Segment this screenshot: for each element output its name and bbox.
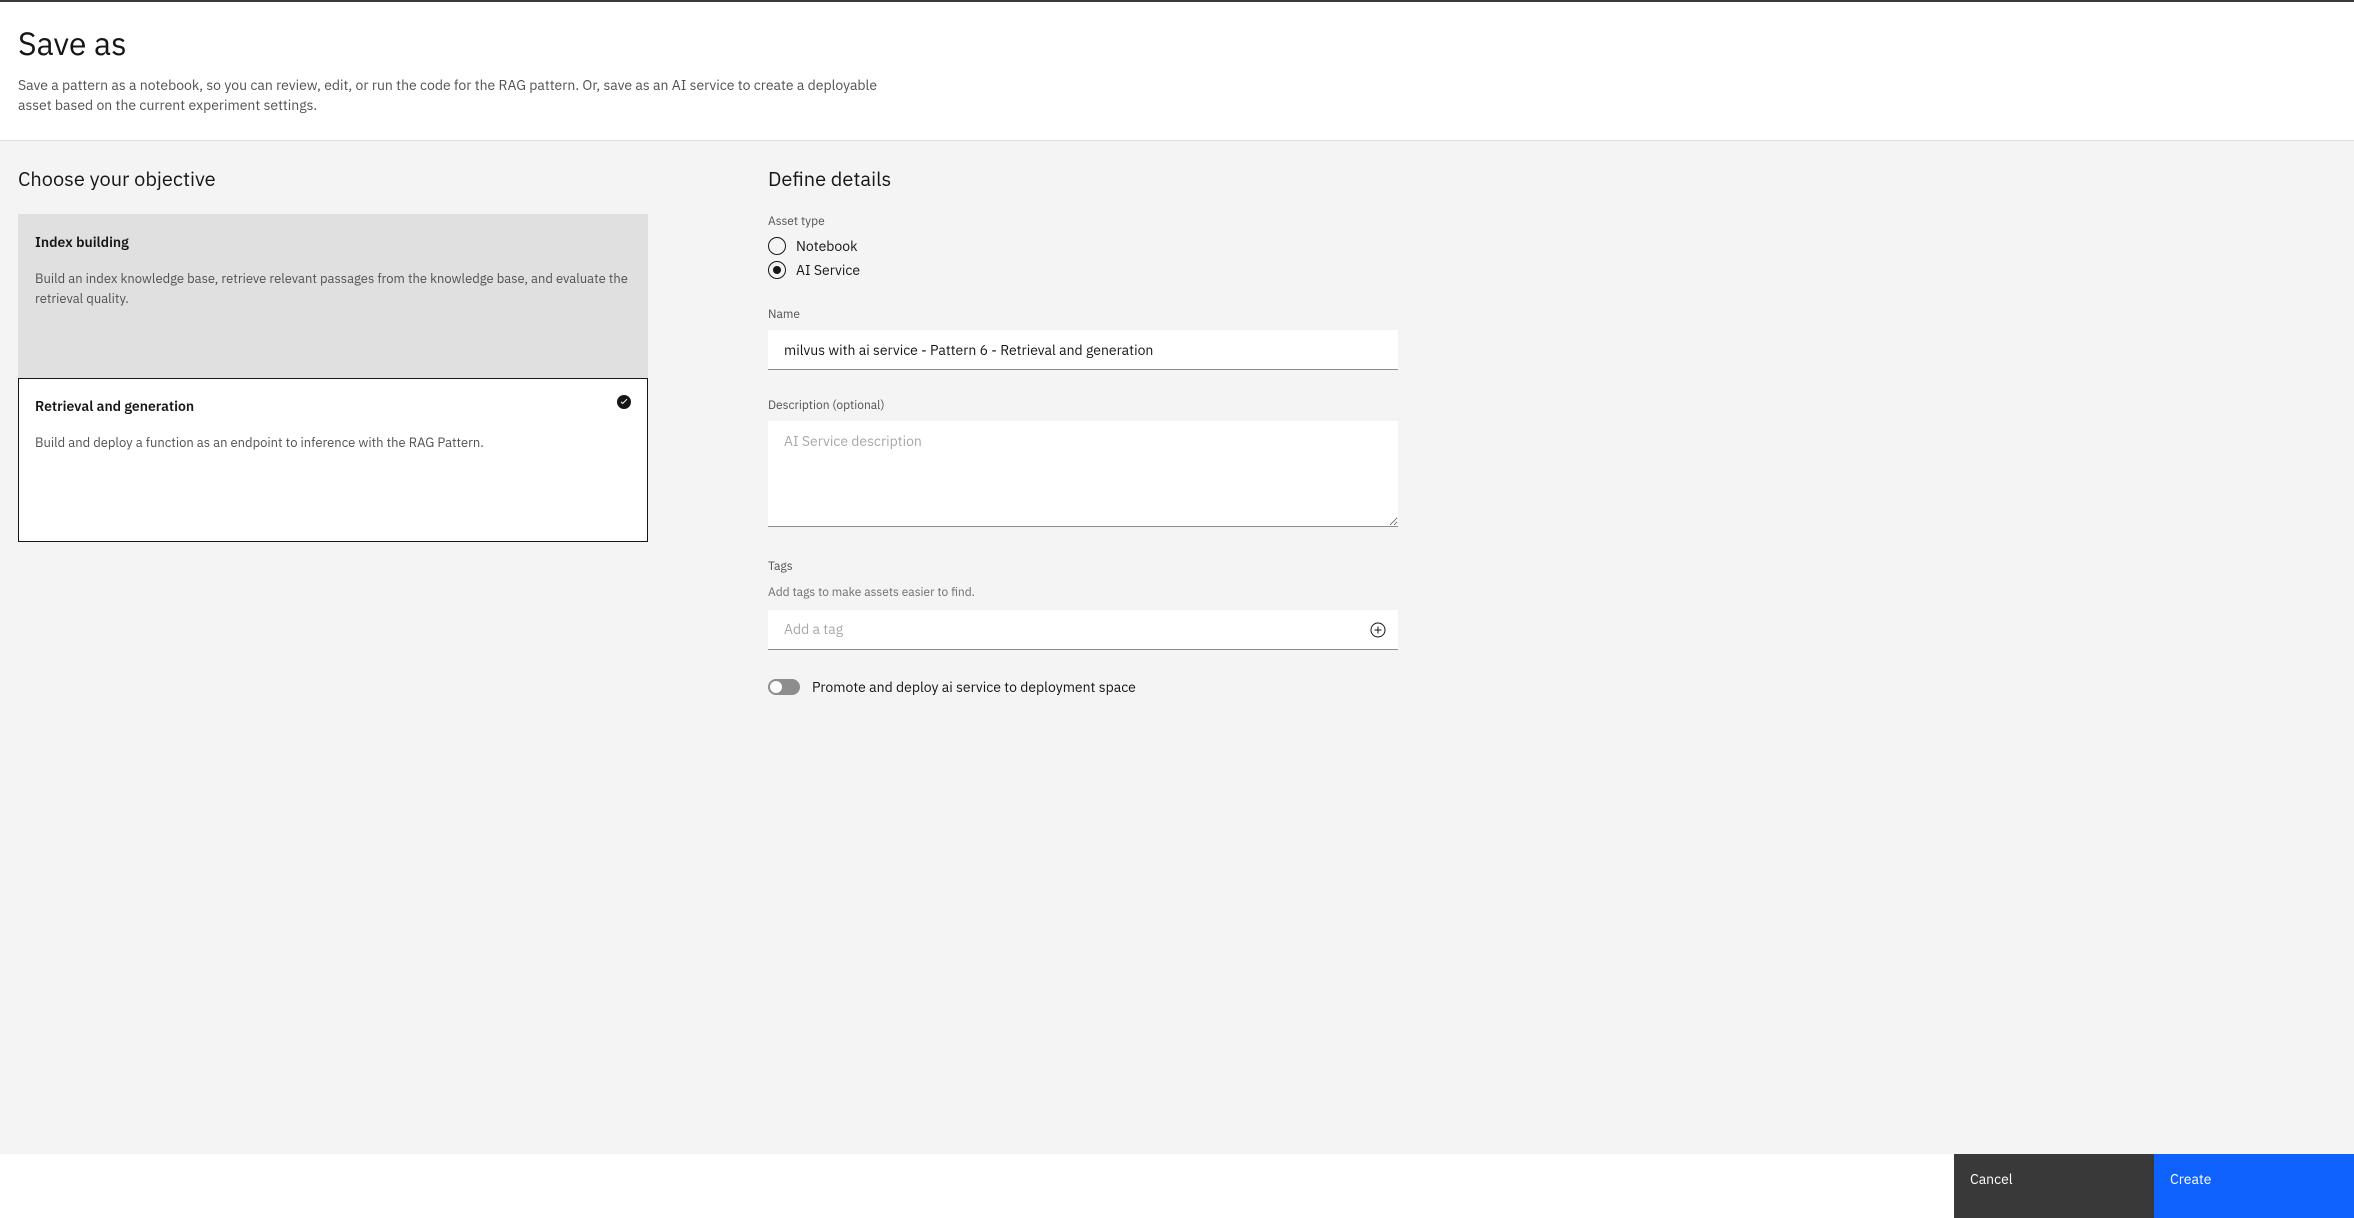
objective-option-title: Retrieval and generation: [35, 397, 631, 415]
promote-toggle[interactable]: [768, 679, 800, 695]
details-heading: Define details: [768, 165, 1398, 192]
asset-type-notebook-radio[interactable]: Notebook: [768, 237, 1398, 255]
objective-option-retrieval-generation[interactable]: Retrieval and generation Build and deplo…: [18, 378, 648, 542]
tags-label: Tags: [768, 559, 1398, 574]
dialog-body: Choose your objective Index building Bui…: [0, 141, 2354, 1154]
page-subtitle: Save a pattern as a notebook, so you can…: [18, 76, 888, 116]
name-input[interactable]: [768, 330, 1398, 370]
promote-toggle-label: Promote and deploy ai service to deploym…: [812, 678, 1136, 696]
tags-group: Tags Add tags to make assets easier to f…: [768, 559, 1398, 650]
radio-label: Notebook: [796, 237, 857, 255]
dialog-footer: Cancel Create: [0, 1154, 2354, 1218]
tags-help: Add tags to make assets easier to find.: [768, 585, 975, 600]
name-group: Name: [768, 307, 1398, 370]
objective-option-title: Index building: [35, 233, 631, 251]
dialog-header: Save as Save a pattern as a notebook, so…: [0, 2, 2354, 141]
name-label: Name: [768, 307, 1398, 322]
objective-column: Choose your objective Index building Bui…: [18, 165, 648, 1130]
description-label: Description (optional): [768, 398, 1398, 413]
objective-option-desc: Build an index knowledge base, retrieve …: [35, 269, 631, 308]
radio-icon: [768, 237, 786, 255]
objective-heading: Choose your objective: [18, 165, 648, 192]
objective-option-index-building[interactable]: Index building Build an index knowledge …: [18, 214, 648, 378]
asset-type-ai-service-radio[interactable]: AI Service: [768, 261, 1398, 279]
details-column: Define details Asset type Notebook AI Se…: [768, 165, 1398, 1130]
add-tag-icon[interactable]: [1370, 622, 1386, 638]
asset-type-label: Asset type: [768, 214, 1398, 229]
promote-group: Promote and deploy ai service to deploym…: [768, 678, 1398, 696]
page-title: Save as: [18, 24, 2336, 62]
cancel-button[interactable]: Cancel: [1954, 1154, 2154, 1218]
description-textarea[interactable]: [768, 421, 1398, 527]
asset-type-group: Asset type Notebook AI Service: [768, 214, 1398, 279]
checkmark-filled-icon: [617, 395, 631, 409]
tags-input[interactable]: [768, 610, 1398, 650]
radio-icon: [768, 261, 786, 279]
description-group: Description (optional): [768, 398, 1398, 531]
radio-label: AI Service: [796, 261, 860, 279]
objective-option-desc: Build and deploy a function as an endpoi…: [35, 433, 631, 453]
create-button[interactable]: Create: [2154, 1154, 2354, 1218]
